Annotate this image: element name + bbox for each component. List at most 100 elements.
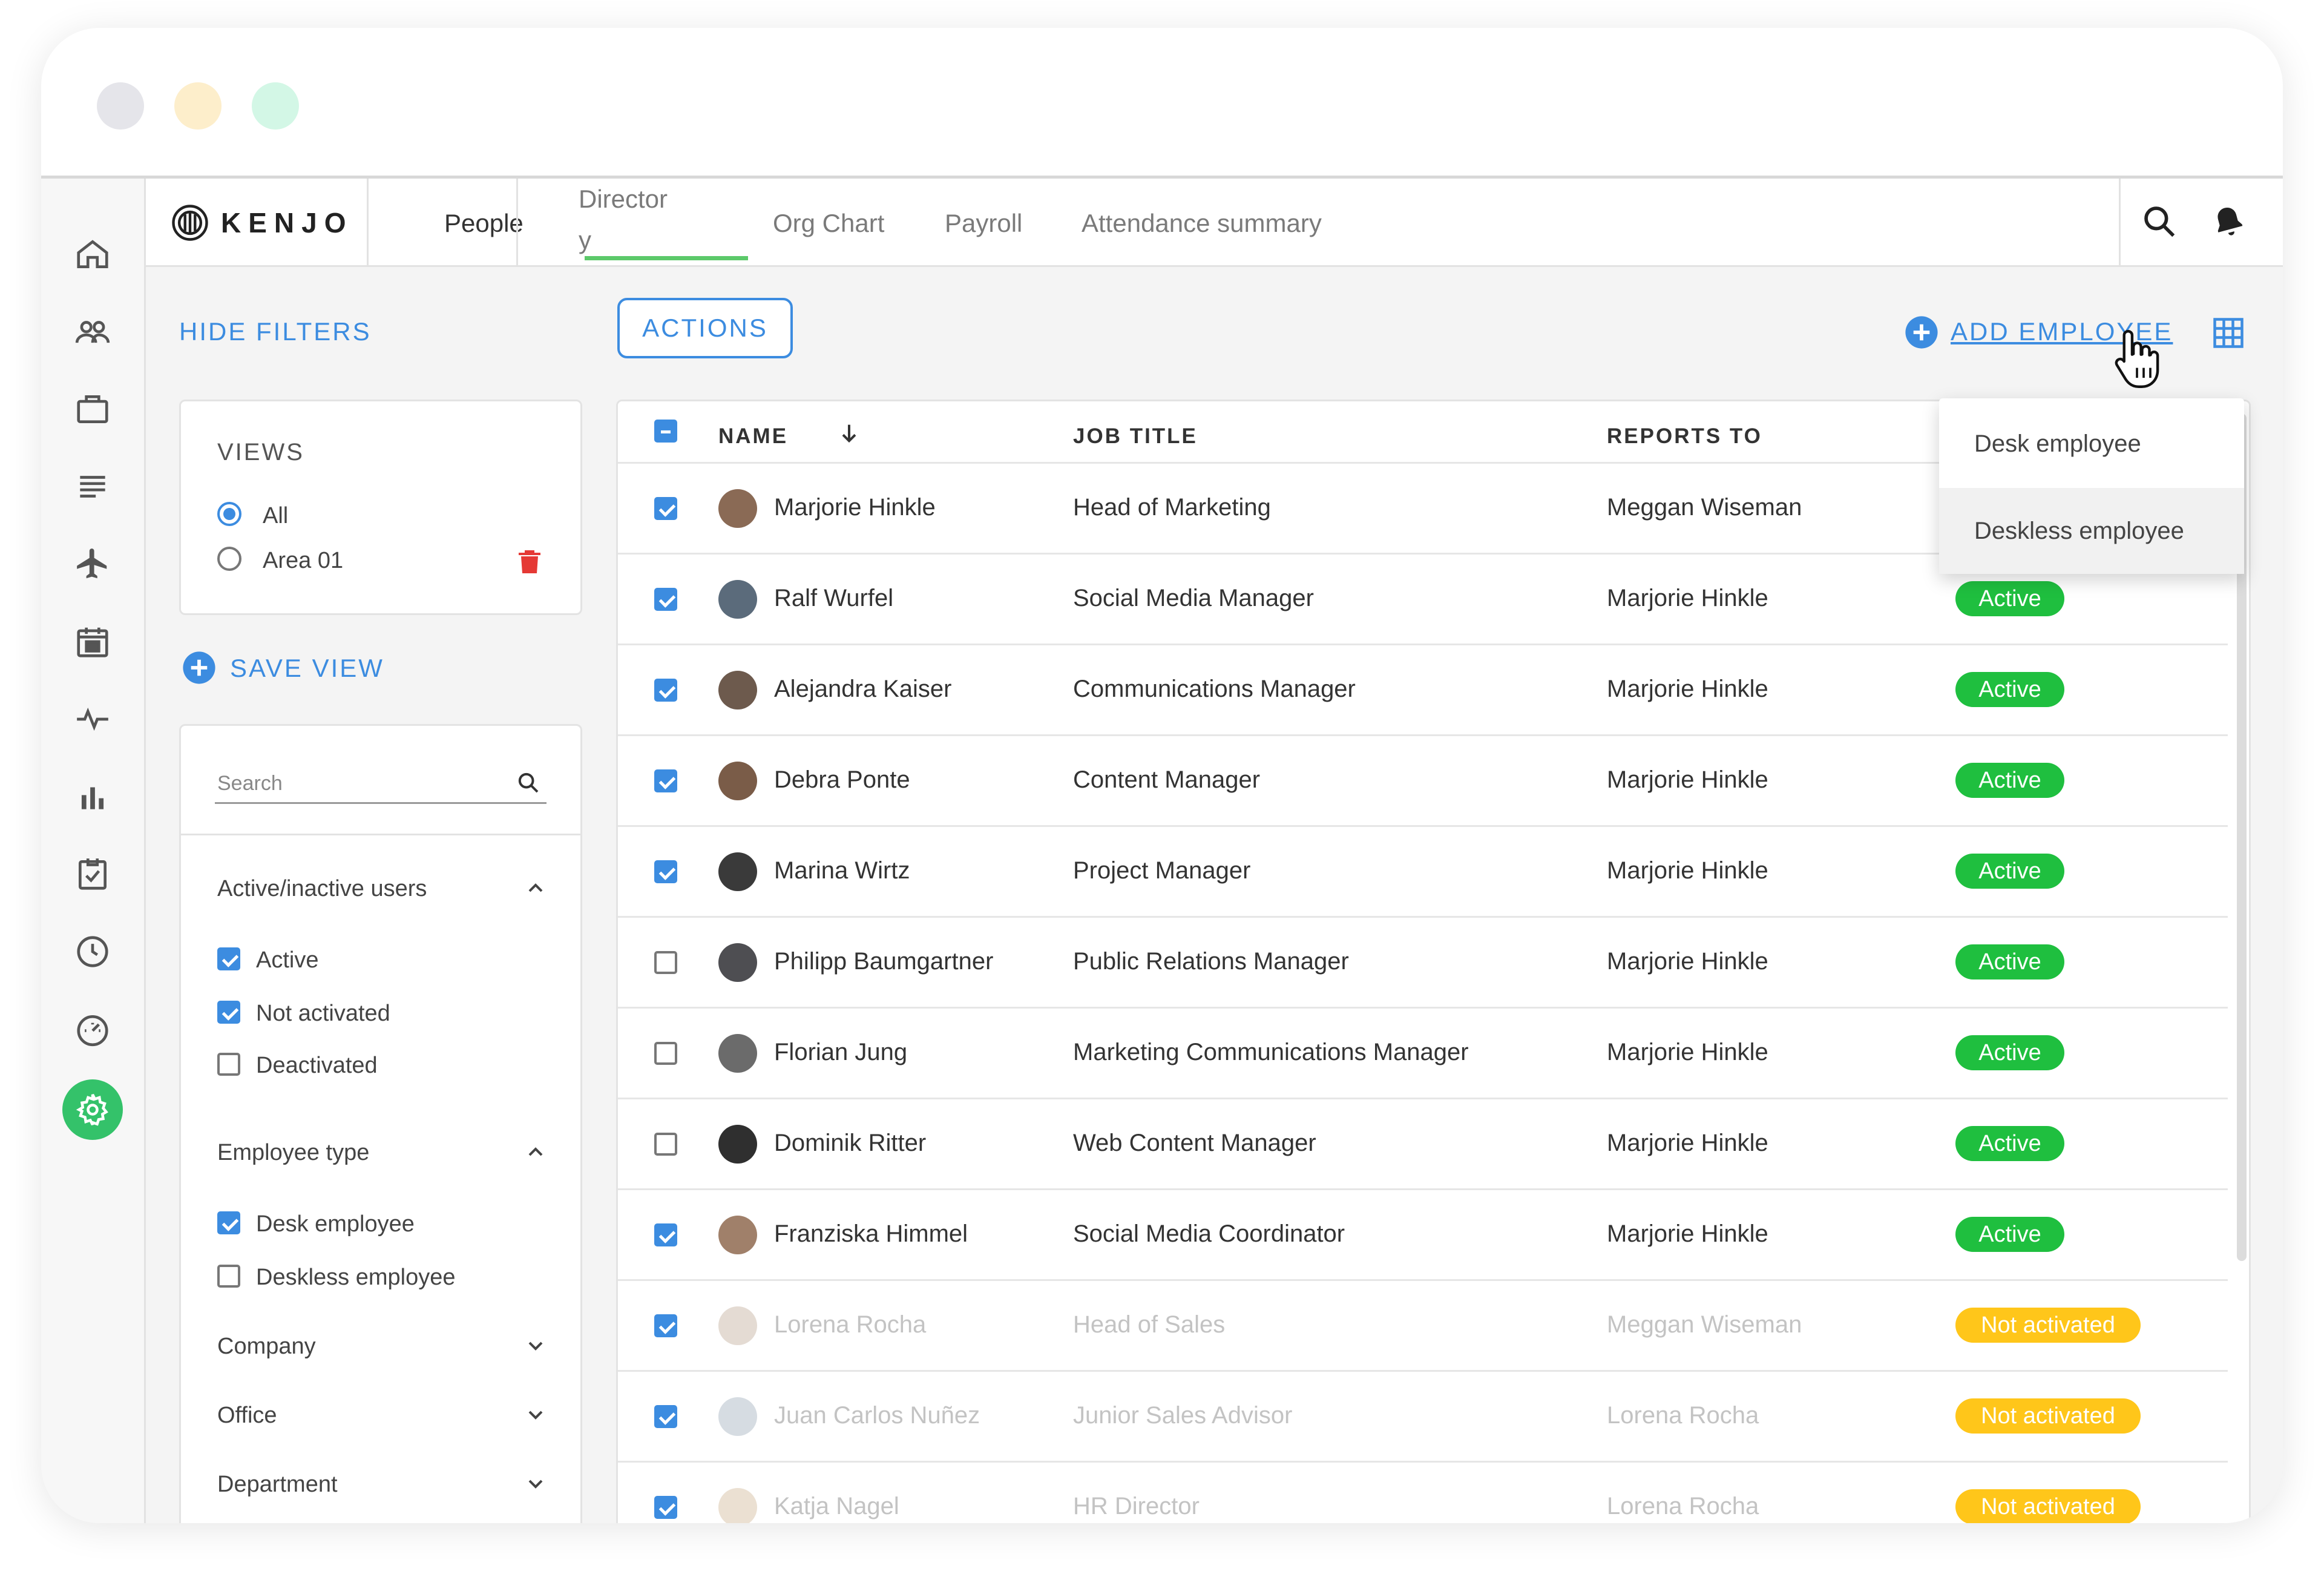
view-radio-area-01[interactable] <box>217 547 241 571</box>
filter-checkbox-deskless-employee[interactable] <box>217 1265 240 1288</box>
clock-icon[interactable] <box>71 930 114 973</box>
save-view-button[interactable]: SAVE VIEW <box>230 654 384 683</box>
avatar[interactable] <box>718 1034 757 1073</box>
row-checkbox[interactable] <box>654 588 677 611</box>
kenjo-logo[interactable]: KENJO <box>170 202 353 244</box>
table-row[interactable]: Lorena Rocha Head of Sales Meggan Wiseman N… <box>618 1279 2228 1371</box>
row-checkbox[interactable] <box>654 1405 677 1428</box>
reports-to[interactable]: Marjorie Hinkle <box>1607 1039 1768 1066</box>
filter-label-active[interactable]: Active <box>256 947 318 973</box>
tab-directory[interactable]: Director y <box>579 185 668 255</box>
settings-icon[interactable] <box>62 1079 123 1140</box>
view-label-area-01[interactable]: Area 01 <box>263 548 343 574</box>
reports-to[interactable]: Marjorie Hinkle <box>1607 1220 1768 1248</box>
employee-name[interactable]: Lorena Rocha <box>774 1311 926 1338</box>
chevron-down-icon[interactable] <box>524 1472 548 1496</box>
reports-to[interactable]: Marjorie Hinkle <box>1607 585 1768 612</box>
filter-section-active-inactive[interactable]: Active/inactive users <box>217 876 427 902</box>
table-row[interactable]: Marina Wirtz Project Manager Marjorie Hink… <box>618 825 2228 917</box>
plane-icon[interactable] <box>71 543 114 585</box>
avatar[interactable] <box>718 671 757 709</box>
filter-checkbox-not-activated[interactable] <box>217 1001 240 1024</box>
checklist-icon[interactable] <box>71 853 114 895</box>
add-circle-icon[interactable] <box>1904 315 1939 350</box>
trash-icon[interactable] <box>515 545 544 577</box>
employee-name[interactable]: Marina Wirtz <box>774 857 910 884</box>
employee-name[interactable]: Alejandra Kaiser <box>774 676 952 703</box>
filter-section-company[interactable]: Company <box>217 1334 316 1360</box>
hide-filters-link[interactable]: HIDE FILTERS <box>179 317 372 346</box>
filter-section-department[interactable]: Department <box>217 1472 338 1498</box>
search-icon[interactable] <box>2141 203 2178 240</box>
employee-name[interactable]: Dominik Ritter <box>774 1130 926 1157</box>
employee-name[interactable]: Ralf Wurfel <box>774 585 893 612</box>
filter-label-deactivated[interactable]: Deactivated <box>256 1053 378 1079</box>
tab-attendance-summary[interactable]: Attendance summary <box>1082 209 1322 238</box>
menu-item-desk-employee[interactable]: Desk employee <box>1939 401 2244 487</box>
chevron-down-icon[interactable] <box>524 1334 548 1358</box>
bell-icon[interactable] <box>2210 203 2247 240</box>
column-header-job-title[interactable]: JOB TITLE <box>1073 424 1198 449</box>
avatar[interactable] <box>718 1125 757 1164</box>
table-row[interactable]: Franziska Himmel Social Media Coordinator… <box>618 1188 2228 1280</box>
grid-view-icon[interactable] <box>2210 315 2247 351</box>
row-checkbox[interactable] <box>654 1223 677 1246</box>
employee-name[interactable]: Franziska Himmel <box>774 1220 968 1248</box>
avatar[interactable] <box>718 943 757 982</box>
filter-label-desk-employee[interactable]: Desk employee <box>256 1211 415 1237</box>
reports-to[interactable]: Marjorie Hinkle <box>1607 948 1768 975</box>
employee-name[interactable]: Katja Nagel <box>774 1493 899 1520</box>
save-view-plus-icon[interactable] <box>182 650 217 685</box>
reports-to[interactable]: Marjorie Hinkle <box>1607 766 1768 794</box>
table-row[interactable]: Florian Jung Marketing Communications Man… <box>618 1007 2228 1098</box>
window-control-close[interactable] <box>97 82 144 130</box>
avatar[interactable] <box>718 489 757 528</box>
filter-label-not-activated[interactable]: Not activated <box>256 1001 390 1027</box>
column-header-reports-to[interactable]: REPORTS TO <box>1607 424 1762 449</box>
table-row[interactable]: Katja Nagel HR Director Lorena Rocha Not ac… <box>618 1461 2228 1523</box>
chevron-up-icon[interactable] <box>524 876 548 900</box>
row-checkbox[interactable] <box>654 497 677 520</box>
briefcase-icon[interactable] <box>71 388 114 430</box>
table-row[interactable]: Dominik Ritter Web Content Manager Marjori… <box>618 1098 2228 1189</box>
avatar[interactable] <box>718 1216 757 1254</box>
reports-to[interactable]: Meggan Wiseman <box>1607 494 1802 521</box>
column-header-name[interactable]: NAME <box>718 424 788 449</box>
view-radio-all[interactable] <box>217 502 241 526</box>
row-checkbox[interactable] <box>654 679 677 702</box>
select-all-checkbox[interactable] <box>654 420 677 443</box>
table-row[interactable]: Debra Ponte Content Manager Marjorie Hinkl… <box>618 734 2228 826</box>
chevron-up-icon[interactable] <box>524 1140 548 1164</box>
tab-org-chart[interactable]: Org Chart <box>773 209 884 238</box>
sort-arrow-down-icon[interactable] <box>837 421 861 445</box>
reports-to[interactable]: Marjorie Hinkle <box>1607 1130 1768 1157</box>
table-row[interactable]: Alejandra Kaiser Communications Manager Ma… <box>618 644 2228 735</box>
row-checkbox[interactable] <box>654 1314 677 1337</box>
home-icon[interactable] <box>71 233 114 275</box>
avatar[interactable] <box>718 1397 757 1436</box>
avatar[interactable] <box>718 1488 757 1523</box>
chevron-down-icon[interactable] <box>524 1403 548 1427</box>
filter-section-office[interactable]: Office <box>217 1403 277 1429</box>
filter-section-employee-type[interactable]: Employee type <box>217 1140 369 1166</box>
filter-label-deskless-employee[interactable]: Deskless employee <box>256 1265 455 1291</box>
filter-checkbox-deactivated[interactable] <box>217 1053 240 1076</box>
filter-checkbox-desk-employee[interactable] <box>217 1211 240 1234</box>
row-checkbox[interactable] <box>654 769 677 792</box>
row-checkbox[interactable] <box>654 951 677 974</box>
avatar[interactable] <box>718 762 757 800</box>
table-row[interactable]: Juan Carlos Nuñez Junior Sales Advisor Lor… <box>618 1370 2228 1461</box>
avatar[interactable] <box>718 580 757 619</box>
filter-checkbox-active[interactable] <box>217 947 240 970</box>
row-checkbox[interactable] <box>654 1133 677 1156</box>
employee-name[interactable]: Florian Jung <box>774 1039 907 1066</box>
bar-chart-icon[interactable] <box>71 775 114 818</box>
reports-to[interactable]: Lorena Rocha <box>1607 1402 1759 1429</box>
avatar[interactable] <box>718 1306 757 1345</box>
gauge-icon[interactable] <box>71 1008 114 1050</box>
avatar[interactable] <box>718 852 757 891</box>
pulse-icon[interactable] <box>71 698 114 740</box>
chevron-down-icon[interactable] <box>2276 203 2283 240</box>
search-input[interactable]: Search <box>215 760 547 804</box>
tab-people[interactable]: People <box>444 209 524 238</box>
